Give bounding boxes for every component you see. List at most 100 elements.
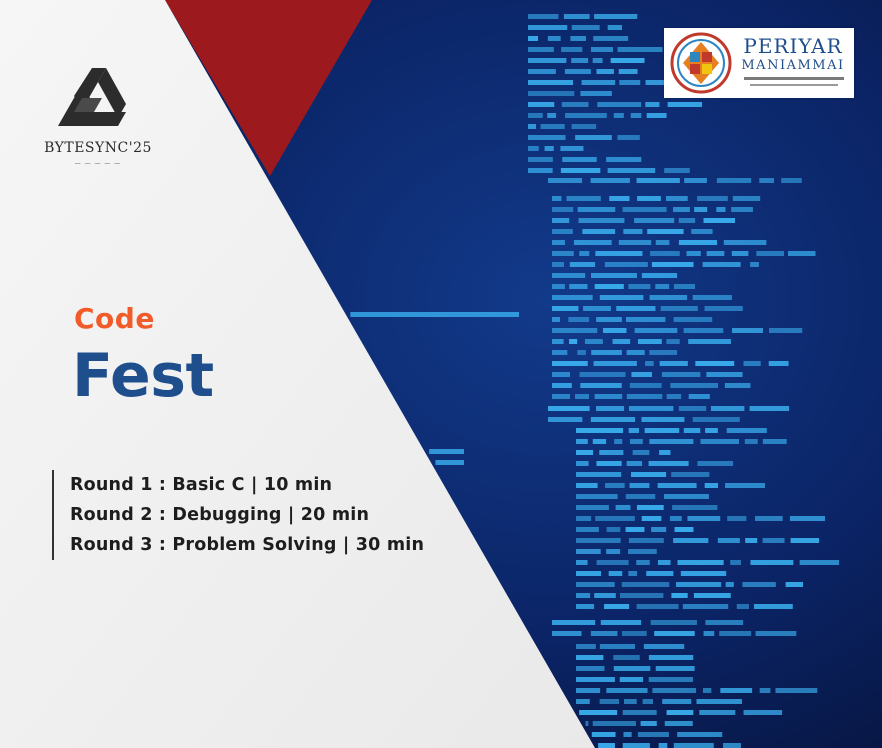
code-line	[768, 361, 789, 366]
code-line	[560, 168, 601, 173]
code-line	[552, 284, 565, 289]
code-line	[723, 743, 741, 748]
code-line	[552, 383, 572, 388]
code-line	[744, 439, 758, 444]
code-line	[755, 631, 797, 636]
code-line	[584, 339, 603, 344]
code-line	[552, 229, 573, 234]
code-line	[703, 631, 715, 636]
code-line	[606, 527, 621, 532]
code-line	[594, 593, 616, 598]
code-line	[666, 394, 682, 399]
code-line	[609, 196, 630, 201]
code-line	[528, 80, 574, 85]
code-line	[528, 168, 553, 173]
code-line	[762, 538, 785, 543]
code-line	[571, 124, 597, 129]
code-line	[630, 113, 642, 118]
code-line	[706, 372, 743, 377]
code-line	[628, 284, 651, 289]
code-line	[705, 620, 744, 625]
code-line	[576, 527, 599, 532]
code-line	[660, 306, 698, 311]
code-line	[552, 317, 561, 322]
code-line	[599, 699, 620, 704]
code-line	[626, 394, 663, 399]
code-line	[622, 207, 667, 212]
code-line	[634, 328, 678, 333]
code-line	[706, 251, 725, 256]
code-line	[697, 461, 734, 466]
code-line	[615, 505, 631, 510]
code-line	[613, 655, 640, 660]
code-line	[613, 666, 651, 671]
code-line	[726, 428, 767, 433]
code-line	[677, 732, 723, 737]
code-line	[576, 604, 595, 609]
code-line	[576, 688, 601, 693]
code-line	[613, 113, 624, 118]
code-line	[619, 677, 644, 682]
code-line	[552, 306, 579, 311]
code-line	[552, 631, 582, 636]
code-line	[628, 538, 664, 543]
code-line	[716, 178, 752, 183]
code-line	[591, 350, 622, 355]
code-line	[598, 743, 615, 748]
code-line	[576, 677, 615, 682]
code-line	[576, 450, 594, 455]
code-line	[655, 240, 670, 245]
code-line	[552, 251, 574, 256]
code-line	[673, 207, 690, 212]
code-line	[575, 394, 589, 399]
code-line	[678, 406, 707, 411]
code-line	[552, 262, 564, 267]
code-line	[621, 582, 670, 587]
code-line	[745, 538, 758, 543]
code-line	[629, 483, 650, 488]
code-line	[596, 560, 629, 565]
code-line	[640, 721, 657, 726]
code-line	[705, 428, 718, 433]
code-line	[649, 295, 688, 300]
code-line	[636, 505, 664, 510]
code-line	[702, 688, 712, 693]
code-line	[655, 666, 695, 671]
code-line	[571, 58, 589, 63]
code-line	[595, 516, 635, 521]
code-line	[547, 36, 561, 41]
code-line	[646, 113, 667, 118]
code-line	[631, 372, 653, 377]
code-line	[799, 560, 840, 565]
code-line	[548, 178, 583, 183]
code-line	[650, 620, 697, 625]
code-line	[429, 449, 464, 454]
partner-name-line1: PERIYAR	[743, 34, 843, 58]
code-line	[655, 284, 670, 289]
code-line	[566, 196, 601, 201]
code-line	[702, 262, 741, 267]
code-line	[710, 406, 745, 411]
code-line	[657, 483, 697, 488]
code-line	[788, 251, 816, 256]
code-line	[665, 196, 688, 201]
code-line	[576, 428, 624, 433]
code-line	[548, 417, 583, 422]
code-line	[759, 688, 771, 693]
code-line	[736, 604, 749, 609]
code-line	[569, 262, 596, 267]
code-line	[435, 460, 464, 465]
code-line	[743, 710, 783, 715]
code-line	[600, 620, 642, 625]
code-line	[727, 516, 747, 521]
code-line	[594, 394, 623, 399]
code-line	[717, 538, 740, 543]
code-line	[552, 273, 586, 278]
code-line	[561, 47, 583, 52]
triangular-knot-icon	[58, 68, 126, 126]
code-line	[576, 549, 601, 554]
code-line	[552, 372, 570, 377]
code-line	[616, 306, 656, 311]
code-line	[634, 218, 675, 223]
code-line	[651, 527, 667, 532]
